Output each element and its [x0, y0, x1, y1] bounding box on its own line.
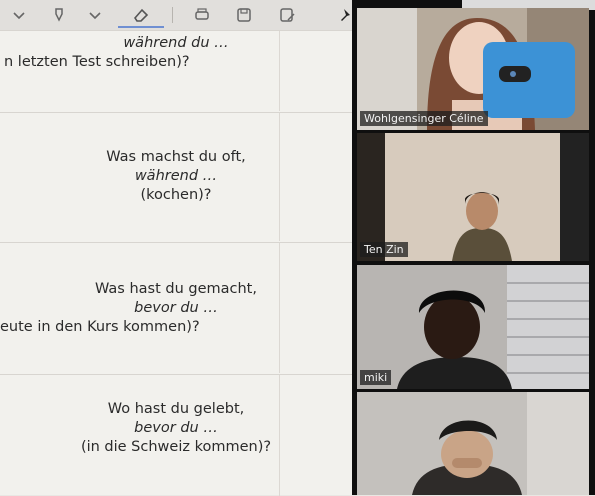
whiteboard[interactable]: während du … n letzten Test schreiben)? … [0, 0, 352, 496]
toolbar-divider [172, 7, 173, 23]
brush-icon[interactable] [46, 0, 72, 30]
participant-video [357, 265, 589, 389]
question-line: während … [134, 168, 218, 184]
chevron-down-icon[interactable] [6, 0, 32, 30]
question-panel: Wo hast du gelebt, bevor du … (in die Sc… [0, 374, 352, 496]
video-tile[interactable]: Wohlgensinger Céline [357, 8, 589, 130]
selected-tool-indicator [118, 26, 164, 28]
whiteboard-toolbar [0, 0, 352, 31]
video-tile[interactable]: miki [357, 265, 589, 389]
question-line: Was machst du oft, [106, 149, 246, 165]
question-line: Was hast du gemacht, [95, 281, 257, 297]
participant-name: Ten Zin [360, 242, 408, 257]
save-as-icon[interactable] [274, 0, 300, 30]
question-line: bevor du … [134, 420, 218, 436]
question-line: bevor du … [134, 300, 218, 316]
participant-video [357, 392, 589, 495]
question-line: (kochen)? [140, 187, 212, 203]
save-icon[interactable] [231, 0, 257, 30]
question-panel: Was machst du oft, während … (kochen)? [0, 112, 352, 241]
question-line: (in die Schweiz kommen)? [80, 439, 272, 455]
chevron-down-icon[interactable] [82, 0, 108, 30]
print-icon[interactable] [189, 0, 215, 30]
participant-name: miki [360, 370, 392, 385]
question-panel: während du … n letzten Test schreiben)? [0, 30, 352, 111]
question-line: während du … [123, 35, 229, 51]
participant-name: Wohlgensinger Céline [360, 111, 488, 126]
question-line: Wo hast du gelebt, [107, 401, 245, 417]
video-gallery: Wohlgensinger Céline Ten Zin miki [352, 0, 595, 495]
question-line: n letzten Test schreiben)? [4, 54, 190, 70]
video-tile[interactable] [357, 392, 589, 495]
question-panel: Was hast du gemacht, bevor du … eute in … [0, 242, 352, 373]
question-line: eute in den Kurs kommen)? [0, 319, 200, 335]
video-tile-active[interactable]: Ten Zin [357, 133, 589, 261]
